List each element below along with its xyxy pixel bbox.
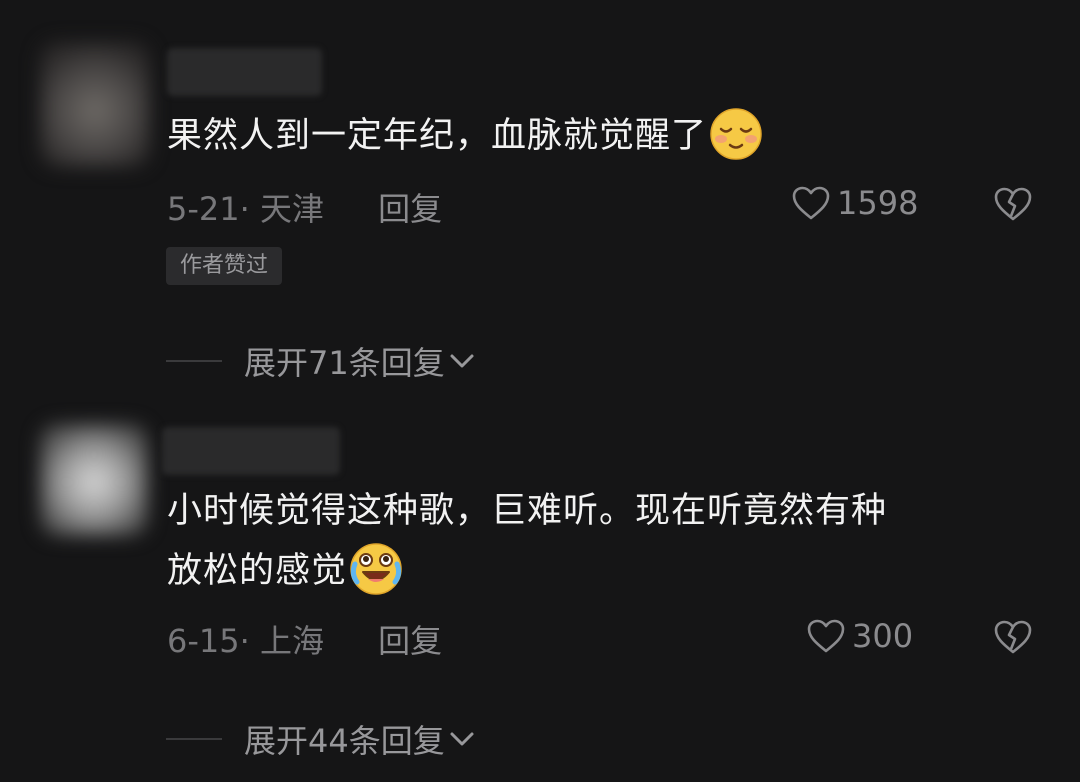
comment-text-line1: 小时候觉得这种歌，巨难听。现在听竟然有种 (167, 491, 888, 531)
smiling-relieved-emoji-icon (710, 108, 762, 160)
broken-heart-icon[interactable] (993, 186, 1033, 222)
avatar[interactable] (40, 424, 148, 536)
expand-replies-label: 展开44条回复 (244, 722, 445, 760)
divider-line (166, 738, 222, 740)
comment-text-line2-wrap: 放松的感觉 (167, 541, 887, 601)
comment-meta: 5-21· 天津 回复 (167, 184, 442, 230)
reply-button[interactable]: 回复 (378, 622, 442, 660)
comment-location: 天津 (259, 190, 324, 228)
divider-line (166, 360, 222, 362)
username-blurred[interactable] (167, 48, 322, 96)
comment-date: 6-15 (167, 622, 240, 660)
heart-icon (807, 619, 845, 653)
comment-location: 上海 (259, 622, 324, 660)
username-blurred[interactable] (162, 427, 340, 475)
comment-meta: 6-15· 上海 回复 (167, 616, 442, 662)
chevron-down-icon (450, 354, 474, 368)
like-button[interactable]: 300 (806, 617, 913, 655)
meta-separator: · (239, 190, 260, 228)
comment-text-line2: 放松的感觉 (167, 551, 348, 591)
heart-icon (792, 186, 830, 220)
meta-separator: · (239, 622, 260, 660)
expand-replies-button[interactable]: 展开44条回复 (166, 716, 475, 762)
comment-text: 果然人到一定年纪，血脉就觉醒了 (167, 106, 763, 166)
like-button[interactable]: 1598 (791, 184, 918, 222)
crying-laughing-emoji-icon (350, 543, 402, 595)
comment-date: 5-21 (167, 190, 240, 228)
author-liked-badge: 作者赞过 (166, 247, 283, 285)
expand-replies-button[interactable]: 展开71条回复 (166, 338, 475, 384)
comment-text: 小时候觉得这种歌，巨难听。现在听竟然有种 放松的感觉 (167, 481, 887, 601)
chevron-down-icon (450, 732, 474, 746)
broken-heart-icon[interactable] (993, 619, 1033, 655)
reply-button[interactable]: 回复 (378, 190, 442, 228)
like-count: 300 (852, 617, 914, 655)
like-count: 1598 (837, 184, 919, 222)
expand-replies-label: 展开71条回复 (244, 344, 445, 382)
avatar[interactable] (40, 42, 150, 167)
comment-text-body: 果然人到一定年纪，血脉就觉醒了 (167, 116, 708, 156)
